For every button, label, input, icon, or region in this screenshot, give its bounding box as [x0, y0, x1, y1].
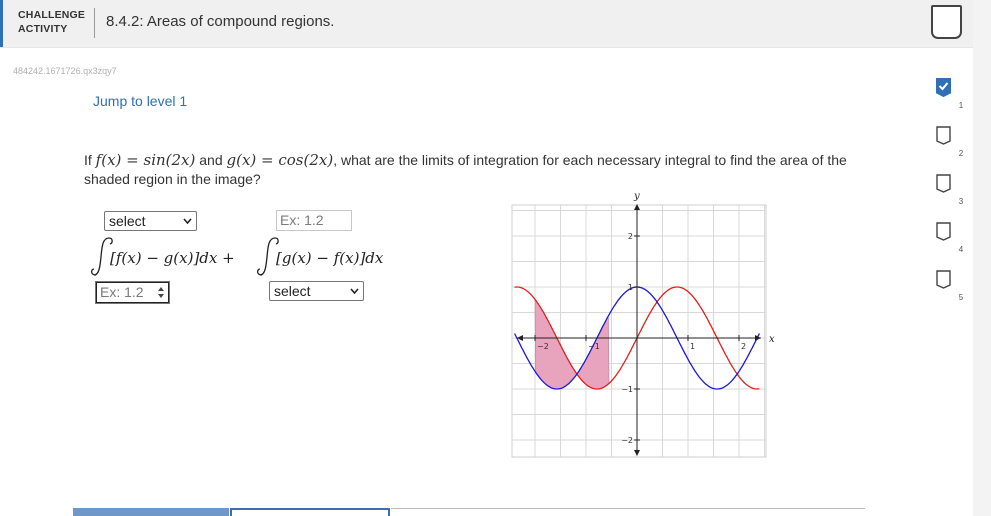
- f-definition: f(x) = sin(2x): [95, 151, 196, 169]
- integrand-1: [f(x) − g(x)]dx +: [110, 249, 235, 267]
- activity-title: 8.4.2: Areas of compound regions.: [106, 13, 335, 30]
- level-5[interactable]: 5: [935, 270, 967, 314]
- g-definition: g(x) = cos(2x): [226, 151, 334, 169]
- level-1[interactable]: 1: [935, 78, 967, 122]
- level-number: 3: [958, 197, 964, 206]
- chevron-down-icon: [183, 218, 192, 224]
- input-2-placeholder: Ex: 1.2: [280, 212, 324, 228]
- y-tick-label: 1: [628, 283, 633, 292]
- input-1-placeholder: Ex: 1.2: [100, 284, 144, 300]
- header-accent-bar: [0, 0, 3, 47]
- level-box-icon: [936, 222, 951, 241]
- jump-to-level-link[interactable]: Jump to level 1: [93, 93, 187, 109]
- y-tick-label: 2: [628, 232, 633, 241]
- limit-input-lower-1[interactable]: Ex: 1.2: [95, 281, 170, 304]
- function-graph: −2 −1 1 2 2 1 −1 −2 x y: [511, 191, 775, 458]
- y-axis-label: y: [633, 191, 640, 202]
- limit-select-upper-1[interactable]: select: [104, 211, 197, 231]
- level-4[interactable]: 4: [935, 222, 967, 266]
- y-tick-label: −1: [621, 385, 633, 394]
- question-and: and: [195, 152, 227, 168]
- x-tick-label: 2: [741, 342, 746, 351]
- level-number: 1: [958, 101, 964, 110]
- progress-tab-1[interactable]: [73, 508, 229, 516]
- completion-badge-icon: [931, 5, 962, 39]
- activity-type-line1: CHALLENGE: [18, 9, 86, 21]
- header-separator: [94, 8, 95, 38]
- limit-select-lower-2[interactable]: select: [269, 281, 364, 301]
- level-number: 5: [958, 293, 964, 302]
- level-check-icon: [936, 78, 951, 97]
- limit-input-upper-2[interactable]: Ex: 1.2: [276, 210, 352, 231]
- level-2[interactable]: 2: [935, 126, 967, 170]
- activity-code: 484242.1671726.qx3zqy7: [13, 66, 117, 76]
- progress-tabs: [73, 506, 865, 516]
- chevron-down-icon: [350, 288, 359, 294]
- question-prefix: If: [84, 152, 96, 168]
- select-1-value: select: [109, 213, 146, 229]
- activity-type-line2: ACTIVITY: [18, 23, 68, 35]
- progress-tab-2[interactable]: [230, 508, 390, 516]
- challenge-card: CHALLENGE ACTIVITY 8.4.2: Areas of compo…: [0, 0, 973, 516]
- x-tick-label: −1: [588, 342, 600, 351]
- select-2-value: select: [274, 283, 311, 299]
- progress-tab-rest[interactable]: [391, 508, 865, 516]
- x-tick-label: 1: [690, 342, 695, 351]
- y-tick-label: −2: [621, 436, 633, 445]
- x-axis-label: x: [769, 334, 775, 345]
- level-box-icon: [936, 174, 951, 193]
- level-box-icon: [936, 270, 951, 289]
- x-tick-label: −2: [537, 342, 549, 351]
- level-number: 2: [958, 149, 964, 158]
- activity-type: CHALLENGE ACTIVITY: [18, 8, 85, 36]
- level-box-icon: [936, 126, 951, 145]
- integral-formula: [f(x) − g(x)]dx + [g(x) − f(x)]dx: [90, 237, 384, 276]
- level-tracker: 1 2 3 4 5: [935, 78, 971, 308]
- question-text: If f(x) = sin(2x) and g(x) = cos(2x), wh…: [84, 151, 874, 189]
- spinner-icon[interactable]: [157, 286, 165, 299]
- integrand-2: [g(x) − f(x)]dx: [276, 249, 384, 267]
- activity-header: CHALLENGE ACTIVITY 8.4.2: Areas of compo…: [0, 0, 973, 48]
- level-number: 4: [958, 245, 964, 254]
- level-3[interactable]: 3: [935, 174, 967, 218]
